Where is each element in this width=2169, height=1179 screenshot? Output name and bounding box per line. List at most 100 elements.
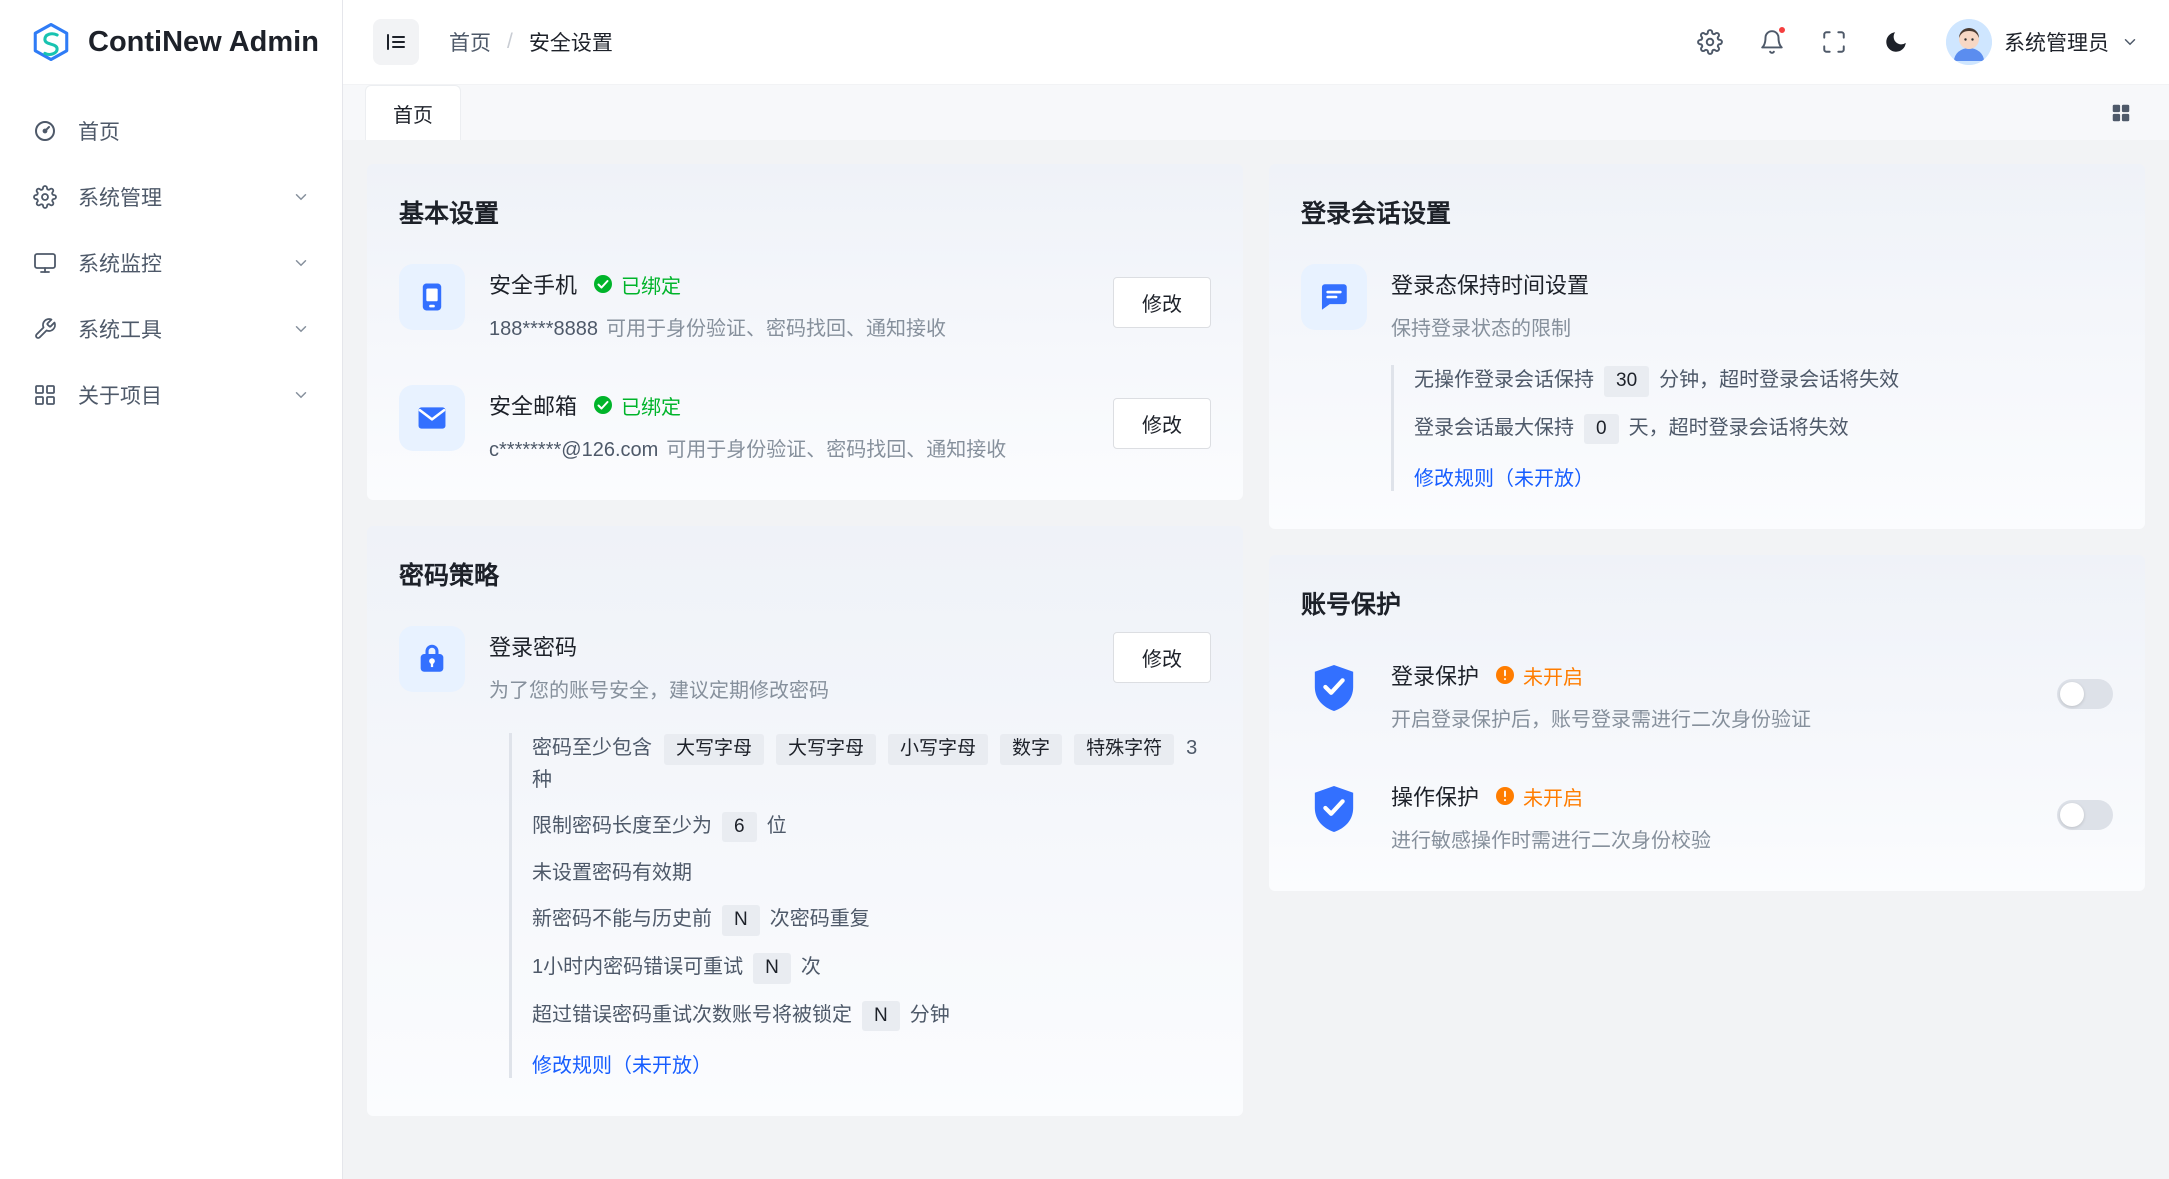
moon-icon (1883, 29, 1909, 55)
breadcrumb-current: 安全设置 (529, 27, 613, 57)
theme-toggle-button[interactable] (1872, 18, 1920, 66)
app-title: ContiNew Admin (88, 26, 319, 59)
item-title: 安全手机 (489, 268, 577, 300)
login-password-row: 登录密码 为了您的账号安全，建议定期修改密码 修改 (399, 626, 1211, 703)
sidebar-item-system-management[interactable]: 系统管理 (10, 164, 332, 230)
tool-icon (32, 316, 58, 342)
session-rule: 登录会话最大保持0天，超时登录会话将失效 (1414, 413, 2113, 445)
sidebar-item-label: 系统监控 (78, 248, 162, 278)
rule-value-tag: 30 (1604, 366, 1649, 397)
settings-button[interactable] (1686, 18, 1734, 66)
rule-prefix: 无操作登录会话保持 (1414, 369, 1594, 391)
security-email-row: 安全邮箱 已绑定 c********@126.com可用于身份验证、密码找回、通… (399, 385, 1211, 462)
sidebar-collapse-button[interactable] (373, 19, 419, 65)
password-char-tag: 小写字母 (888, 734, 988, 765)
sidebar-item-about-project[interactable]: 关于项目 (10, 362, 332, 428)
grid-icon (2110, 102, 2132, 124)
chevron-down-icon (292, 386, 310, 404)
user-menu[interactable]: 系统管理员 (1946, 19, 2139, 65)
chat-icon (1301, 264, 1367, 330)
sidebar-item-label: 首页 (78, 116, 120, 146)
warning-circle-icon (1495, 665, 1515, 685)
security-email-info: 安全邮箱 已绑定 c********@126.com可用于身份验证、密码找回、通… (489, 385, 1006, 462)
desc-text: 可用于身份验证、密码找回、通知接收 (666, 439, 1006, 461)
rule-value-tag: N (753, 953, 791, 984)
modify-password-rules-link[interactable]: 修改规则（未开放） (532, 1049, 712, 1078)
operation-protection-row: 操作保护 未开启 进行敏感操作时需进行二次身份校验 (1301, 776, 2113, 853)
modify-phone-button[interactable]: 修改 (1113, 277, 1211, 328)
card-password-policy: 密码策略 登录密码 (367, 526, 1243, 1116)
tab-home[interactable]: 首页 (365, 85, 461, 140)
badge-label: 未开启 (1523, 661, 1583, 690)
right-column: 登录会话设置 登录态保持时间设置 (1269, 164, 2145, 891)
breadcrumb-home[interactable]: 首页 (449, 27, 491, 57)
rule-value-tag: 6 (722, 812, 757, 843)
shield-check-icon (1301, 655, 1367, 721)
rule-suffix: 天，超时登录会话将失效 (1629, 417, 1849, 439)
dashboard-icon (32, 118, 58, 144)
fullscreen-icon (1821, 29, 1847, 55)
item-desc: 188****8888 可用于身份验证、密码找回、通知接收 (489, 312, 946, 341)
card-account-protection: 账号保护 登录保护 (1269, 555, 2145, 891)
password-char-tag: 数字 (1000, 734, 1062, 765)
modify-password-button[interactable]: 修改 (1113, 632, 1211, 683)
mail-icon (399, 385, 465, 451)
tab-list-button[interactable] (2101, 93, 2141, 133)
item-desc: 进行敏感操作时需进行二次身份校验 (1391, 824, 1711, 853)
modify-session-rules-link[interactable]: 修改规则（未开放） (1414, 462, 1594, 491)
status-badge: 已绑定 (593, 270, 681, 299)
notifications-button[interactable] (1748, 18, 1796, 66)
password-rule: 超过错误密码重试次数账号将被锁定N分钟 (532, 1000, 1211, 1032)
sidebar-item-home[interactable]: 首页 (10, 98, 332, 164)
desc-text: 可用于身份验证、密码找回、通知接收 (606, 318, 946, 340)
logo-icon (30, 21, 72, 63)
menu-fold-icon (384, 30, 408, 54)
rule-suffix: 分钟，超时登录会话将失效 (1659, 369, 1899, 391)
avatar (1946, 19, 1992, 65)
login-protection-row: 登录保护 未开启 开启登录保护后，账号登录需进行二次身份验证 (1301, 655, 2113, 732)
rule-prefix: 未设置密码有效期 (532, 862, 692, 884)
item-desc: 为了您的账号安全，建议定期修改密码 (489, 674, 829, 703)
rule-value-tag: N (862, 1001, 900, 1032)
chevron-down-icon (292, 254, 310, 272)
status-badge: 未开启 (1495, 782, 1583, 811)
password-char-tag: 大写字母 (664, 734, 764, 765)
rule-prefix: 1小时内密码错误可重试 (532, 956, 743, 978)
sidebar-item-system-monitor[interactable]: 系统监控 (10, 230, 332, 296)
sidebar: ContiNew Admin 首页 系统管理 (0, 0, 343, 1179)
modify-email-button[interactable]: 修改 (1113, 398, 1211, 449)
check-circle-icon (593, 274, 613, 294)
item-desc: c********@126.com 可用于身份验证、密码找回、通知接收 (489, 433, 1006, 462)
shield-check-icon (1301, 776, 1367, 842)
operation-protection-toggle[interactable] (2057, 800, 2113, 830)
login-protection-toggle[interactable] (2057, 679, 2113, 709)
card-title: 账号保护 (1301, 585, 2113, 621)
header-actions: 系统管理员 (1686, 18, 2139, 66)
sidebar-item-system-tools[interactable]: 系统工具 (10, 296, 332, 362)
card-title: 密码策略 (399, 556, 1211, 592)
sidebar-item-label: 关于项目 (78, 380, 162, 410)
tab-bar: 首页 (343, 84, 2169, 140)
item-title: 操作保护 (1391, 780, 1479, 812)
card-basic-settings: 基本设置 安全手机 (367, 164, 1243, 500)
session-keep-row: 登录态保持时间设置 保持登录状态的限制 (1301, 264, 2113, 341)
item-desc: 开启登录保护后，账号登录需进行二次身份验证 (1391, 703, 1811, 732)
card-title: 基本设置 (399, 194, 1211, 230)
smartphone-icon (399, 264, 465, 330)
login-protection-info: 登录保护 未开启 开启登录保护后，账号登录需进行二次身份验证 (1391, 655, 1811, 732)
password-char-rule: 密码至少包含大写字母大写字母小写字母数字特殊字符3种 (532, 733, 1211, 795)
logo[interactable]: ContiNew Admin (0, 0, 342, 84)
phone-value: 188****8888 (489, 318, 598, 340)
lock-icon (399, 626, 465, 692)
gear-icon (32, 184, 58, 210)
rule-suffix: 位 (767, 815, 787, 837)
desc-text: 为了您的账号安全，建议定期修改密码 (489, 680, 829, 702)
sidebar-menu: 首页 系统管理 (0, 84, 342, 428)
email-value: c********@126.com (489, 439, 658, 461)
rule-prefix: 限制密码长度至少为 (532, 815, 712, 837)
rule-suffix: 次 (801, 956, 821, 978)
item-desc: 保持登录状态的限制 (1391, 312, 1589, 341)
gear-icon (1697, 29, 1723, 55)
sidebar-item-label: 系统工具 (78, 314, 162, 344)
fullscreen-button[interactable] (1810, 18, 1858, 66)
